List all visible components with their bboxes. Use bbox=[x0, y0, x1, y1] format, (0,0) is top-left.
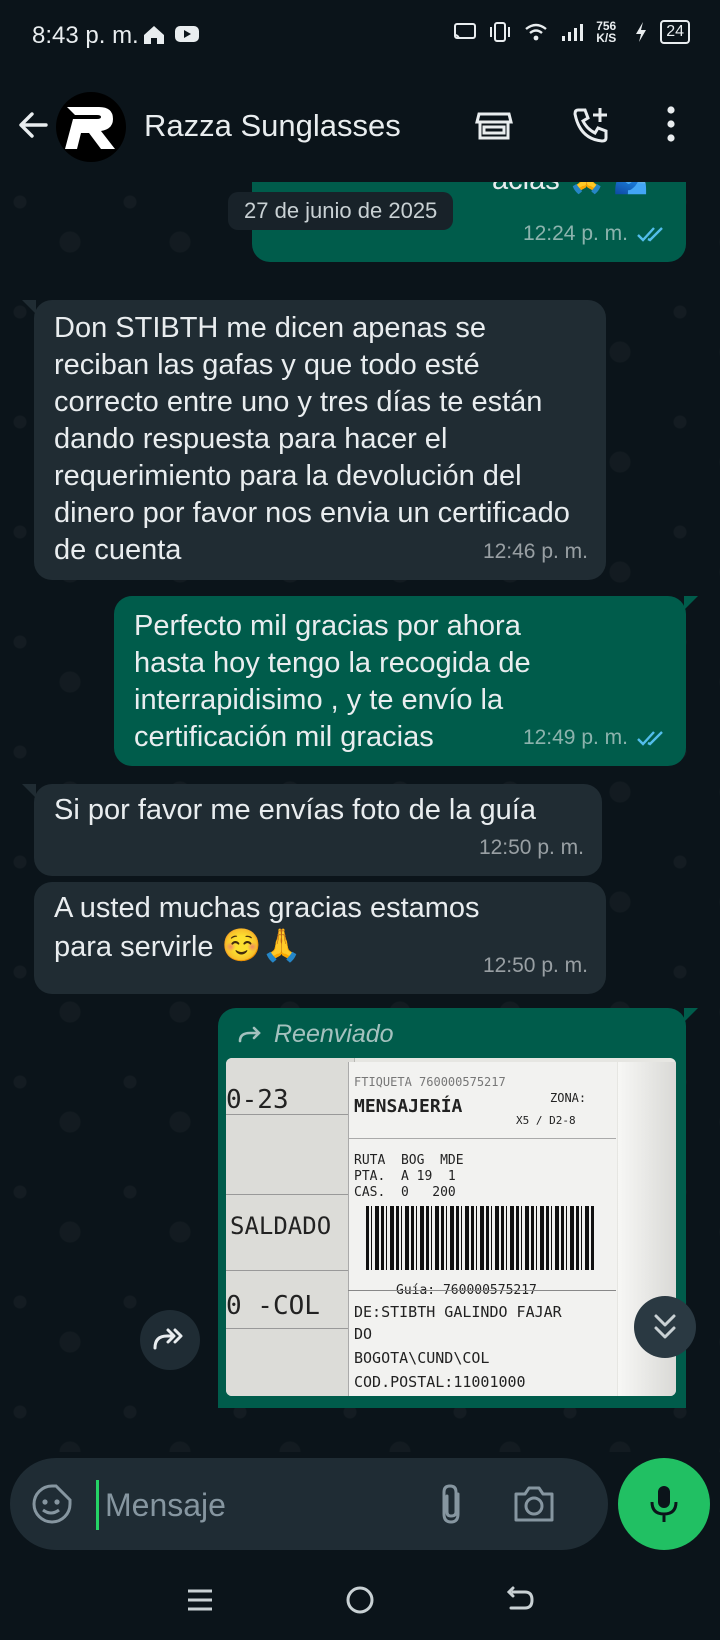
back-button-icon[interactable] bbox=[505, 1586, 535, 1614]
forwarded-image-message[interactable]: Reenviado 0-23 SALDADO 0 -COL FTIQUETA 7… bbox=[218, 1008, 698, 1408]
camera-icon[interactable] bbox=[512, 1484, 556, 1524]
message-incoming[interactable]: A usted muchas gracias estamos para serv… bbox=[34, 882, 606, 994]
sticker-icon[interactable] bbox=[30, 1482, 74, 1526]
receipt-line bbox=[226, 1194, 354, 1195]
message-time: 12:50 p. m. bbox=[478, 836, 584, 859]
system-navigation-bar bbox=[0, 1560, 720, 1640]
status-time: 8:43 p. m. bbox=[32, 22, 139, 49]
microphone-icon bbox=[650, 1486, 678, 1522]
message-time: 12:24 p. m. bbox=[522, 222, 628, 245]
bubble-tail bbox=[22, 300, 36, 314]
message-input[interactable] bbox=[96, 1480, 427, 1530]
message-text: Si por favor me envías foto de la guía bbox=[54, 794, 536, 826]
read-ticks-icon bbox=[637, 730, 663, 746]
message-time: 12:50 p. m. bbox=[482, 954, 588, 977]
contact-avatar[interactable] bbox=[56, 92, 126, 162]
message-time: 12:49 p. m. bbox=[522, 726, 628, 749]
status-bar: 8:43 p. m. 756 K/S 24 bbox=[0, 0, 720, 74]
chat-area[interactable]: acias 🙏 🫂 12:24 p. m. 27 de junio de 202… bbox=[0, 182, 720, 1452]
add-call-icon[interactable] bbox=[570, 104, 612, 146]
youtube-icon bbox=[175, 26, 199, 42]
back-arrow-icon[interactable] bbox=[16, 108, 50, 142]
message-outgoing[interactable]: Perfecto mil gracias por ahora hasta hoy… bbox=[114, 596, 698, 766]
forward-arrow-icon bbox=[238, 1026, 261, 1042]
forward-button[interactable] bbox=[140, 1310, 200, 1370]
receipt-title: MENSAJERÍA bbox=[354, 1096, 463, 1117]
message-text: Don STIBTH me dicen apenas se reciban la… bbox=[54, 312, 570, 566]
receipt-recipient: DE:STIBTH GALINDO FAJAR bbox=[354, 1303, 562, 1321]
signal-icon bbox=[562, 24, 584, 41]
charging-icon bbox=[636, 22, 647, 42]
bubble-tail bbox=[22, 784, 36, 798]
bubble-tail bbox=[684, 596, 698, 610]
message-incoming[interactable]: Don STIBTH me dicen apenas se reciban la… bbox=[22, 300, 606, 580]
pray-emoji-icon: 🙏 bbox=[568, 182, 605, 197]
bubble-tail bbox=[684, 1008, 698, 1022]
message-incoming[interactable]: Si por favor me envías foto de la guía 1… bbox=[22, 784, 602, 876]
shipping-receipt-image[interactable]: 0-23 SALDADO 0 -COL FTIQUETA 76000057521… bbox=[226, 1058, 676, 1396]
chat-header: Razza Sunglasses bbox=[0, 74, 720, 182]
receipt-zone: X5 / D2-8 bbox=[516, 1114, 576, 1127]
forwarded-text: Reenviado bbox=[274, 1020, 394, 1048]
read-ticks-icon bbox=[637, 226, 663, 242]
forward-icon bbox=[153, 1328, 183, 1350]
receipt-postal: COD.POSTAL:11001000 bbox=[354, 1373, 526, 1391]
chat-title[interactable]: Razza Sunglasses bbox=[144, 108, 401, 144]
person-emoji-icon: 🫂 bbox=[612, 182, 649, 197]
receipt-line bbox=[226, 1270, 354, 1271]
vibrate-icon bbox=[490, 22, 511, 42]
receipt-left-text: SALDADO bbox=[230, 1212, 332, 1240]
receipt-line bbox=[348, 1290, 616, 1291]
razza-logo-icon bbox=[65, 107, 115, 149]
message-text: A usted muchas gracias estamos para serv… bbox=[54, 890, 514, 966]
scroll-to-bottom-button[interactable] bbox=[634, 1296, 696, 1358]
voice-message-button[interactable] bbox=[618, 1458, 710, 1550]
battery-level: 24 bbox=[660, 20, 690, 44]
smiling-emoji-icon: ☺️ bbox=[221, 927, 262, 963]
wifi-icon bbox=[525, 23, 547, 41]
forwarded-label: Reenviado bbox=[236, 1016, 394, 1053]
receipt-line bbox=[348, 1138, 616, 1139]
attach-icon[interactable] bbox=[434, 1482, 468, 1526]
more-options-icon[interactable] bbox=[664, 104, 678, 144]
home-icon bbox=[144, 26, 164, 44]
receipt-left-text: 0 -COL bbox=[226, 1291, 320, 1321]
cast-icon bbox=[454, 23, 477, 40]
store-icon[interactable] bbox=[474, 104, 514, 144]
double-chevron-down-icon bbox=[654, 1314, 676, 1339]
message-time: 12:46 p. m. bbox=[482, 540, 588, 563]
recent-apps-icon[interactable] bbox=[185, 1587, 215, 1613]
home-button-icon[interactable] bbox=[345, 1585, 375, 1615]
message-text: acias bbox=[492, 182, 560, 199]
message-composer bbox=[10, 1458, 608, 1550]
network-speed: 756 K/S bbox=[596, 19, 617, 45]
receipt-line bbox=[226, 1328, 354, 1329]
date-separator: 27 de junio de 2025 bbox=[228, 192, 454, 230]
receipt-left-text: 0-23 bbox=[226, 1085, 289, 1115]
barcode bbox=[366, 1206, 596, 1270]
pray-emoji-icon: 🙏 bbox=[261, 927, 302, 963]
